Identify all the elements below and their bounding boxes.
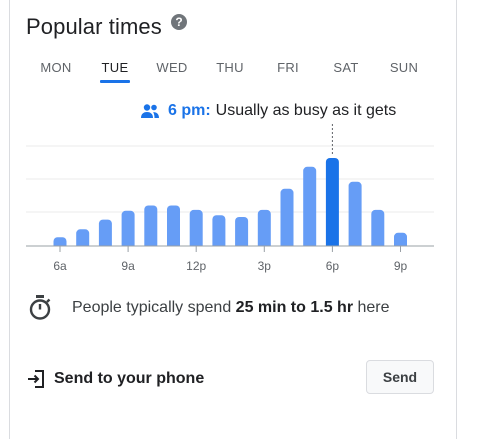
- chart-bars: [26, 158, 434, 254]
- send-button[interactable]: Send: [366, 360, 434, 394]
- chart-baseline-mask: [26, 246, 434, 254]
- chart-tick-label: 12p: [186, 259, 206, 273]
- chart-bar-8p[interactable]: [371, 209, 385, 250]
- chart-bar-5p[interactable]: [303, 166, 317, 250]
- dwell-text: People typically spend 25 min to 1.5 hr …: [72, 299, 390, 317]
- chart-bar-7p[interactable]: [348, 181, 362, 250]
- chart-tick-label: 3p: [258, 259, 272, 273]
- popular-times-chart: 6a 9a 12p 3p 6p 9p: [26, 124, 434, 273]
- dwell-duration: 25 min to 1.5 hr: [235, 299, 354, 316]
- chart-bar-9a[interactable]: [121, 210, 135, 250]
- stopwatch-icon: [29, 295, 51, 320]
- dwell-suffix: here: [357, 299, 390, 316]
- dwell-time: People typically spend 25 min to 1.5 hr …: [28, 293, 390, 323]
- chart-bar-4p[interactable]: [280, 188, 294, 250]
- chart-bar-3p[interactable]: [257, 209, 271, 250]
- chart-bar-6p[interactable]: [325, 158, 339, 250]
- chart-tick-label: 6p: [326, 259, 340, 273]
- dwell-prefix: People typically spend: [72, 299, 232, 316]
- send-to-phone-icon: [28, 370, 44, 388]
- send-to-phone-label: Send to your phone: [54, 370, 205, 387]
- chart-bar-2p[interactable]: [235, 217, 249, 250]
- chart-tick-label: 6a: [53, 259, 67, 273]
- chart-bar-12p[interactable]: [189, 209, 203, 250]
- chart-tick-label: 9p: [394, 259, 408, 273]
- chart-bar-8a[interactable]: [98, 219, 112, 250]
- chart-tick-label: 9a: [121, 259, 135, 273]
- send-to-phone-row: Send to your phone: [26, 365, 204, 393]
- chart-bar-10a[interactable]: [144, 205, 158, 251]
- chart-bar-11a[interactable]: [167, 205, 180, 251]
- chart-gridlines: [26, 145, 434, 213]
- chart-bar-1p[interactable]: [212, 215, 226, 250]
